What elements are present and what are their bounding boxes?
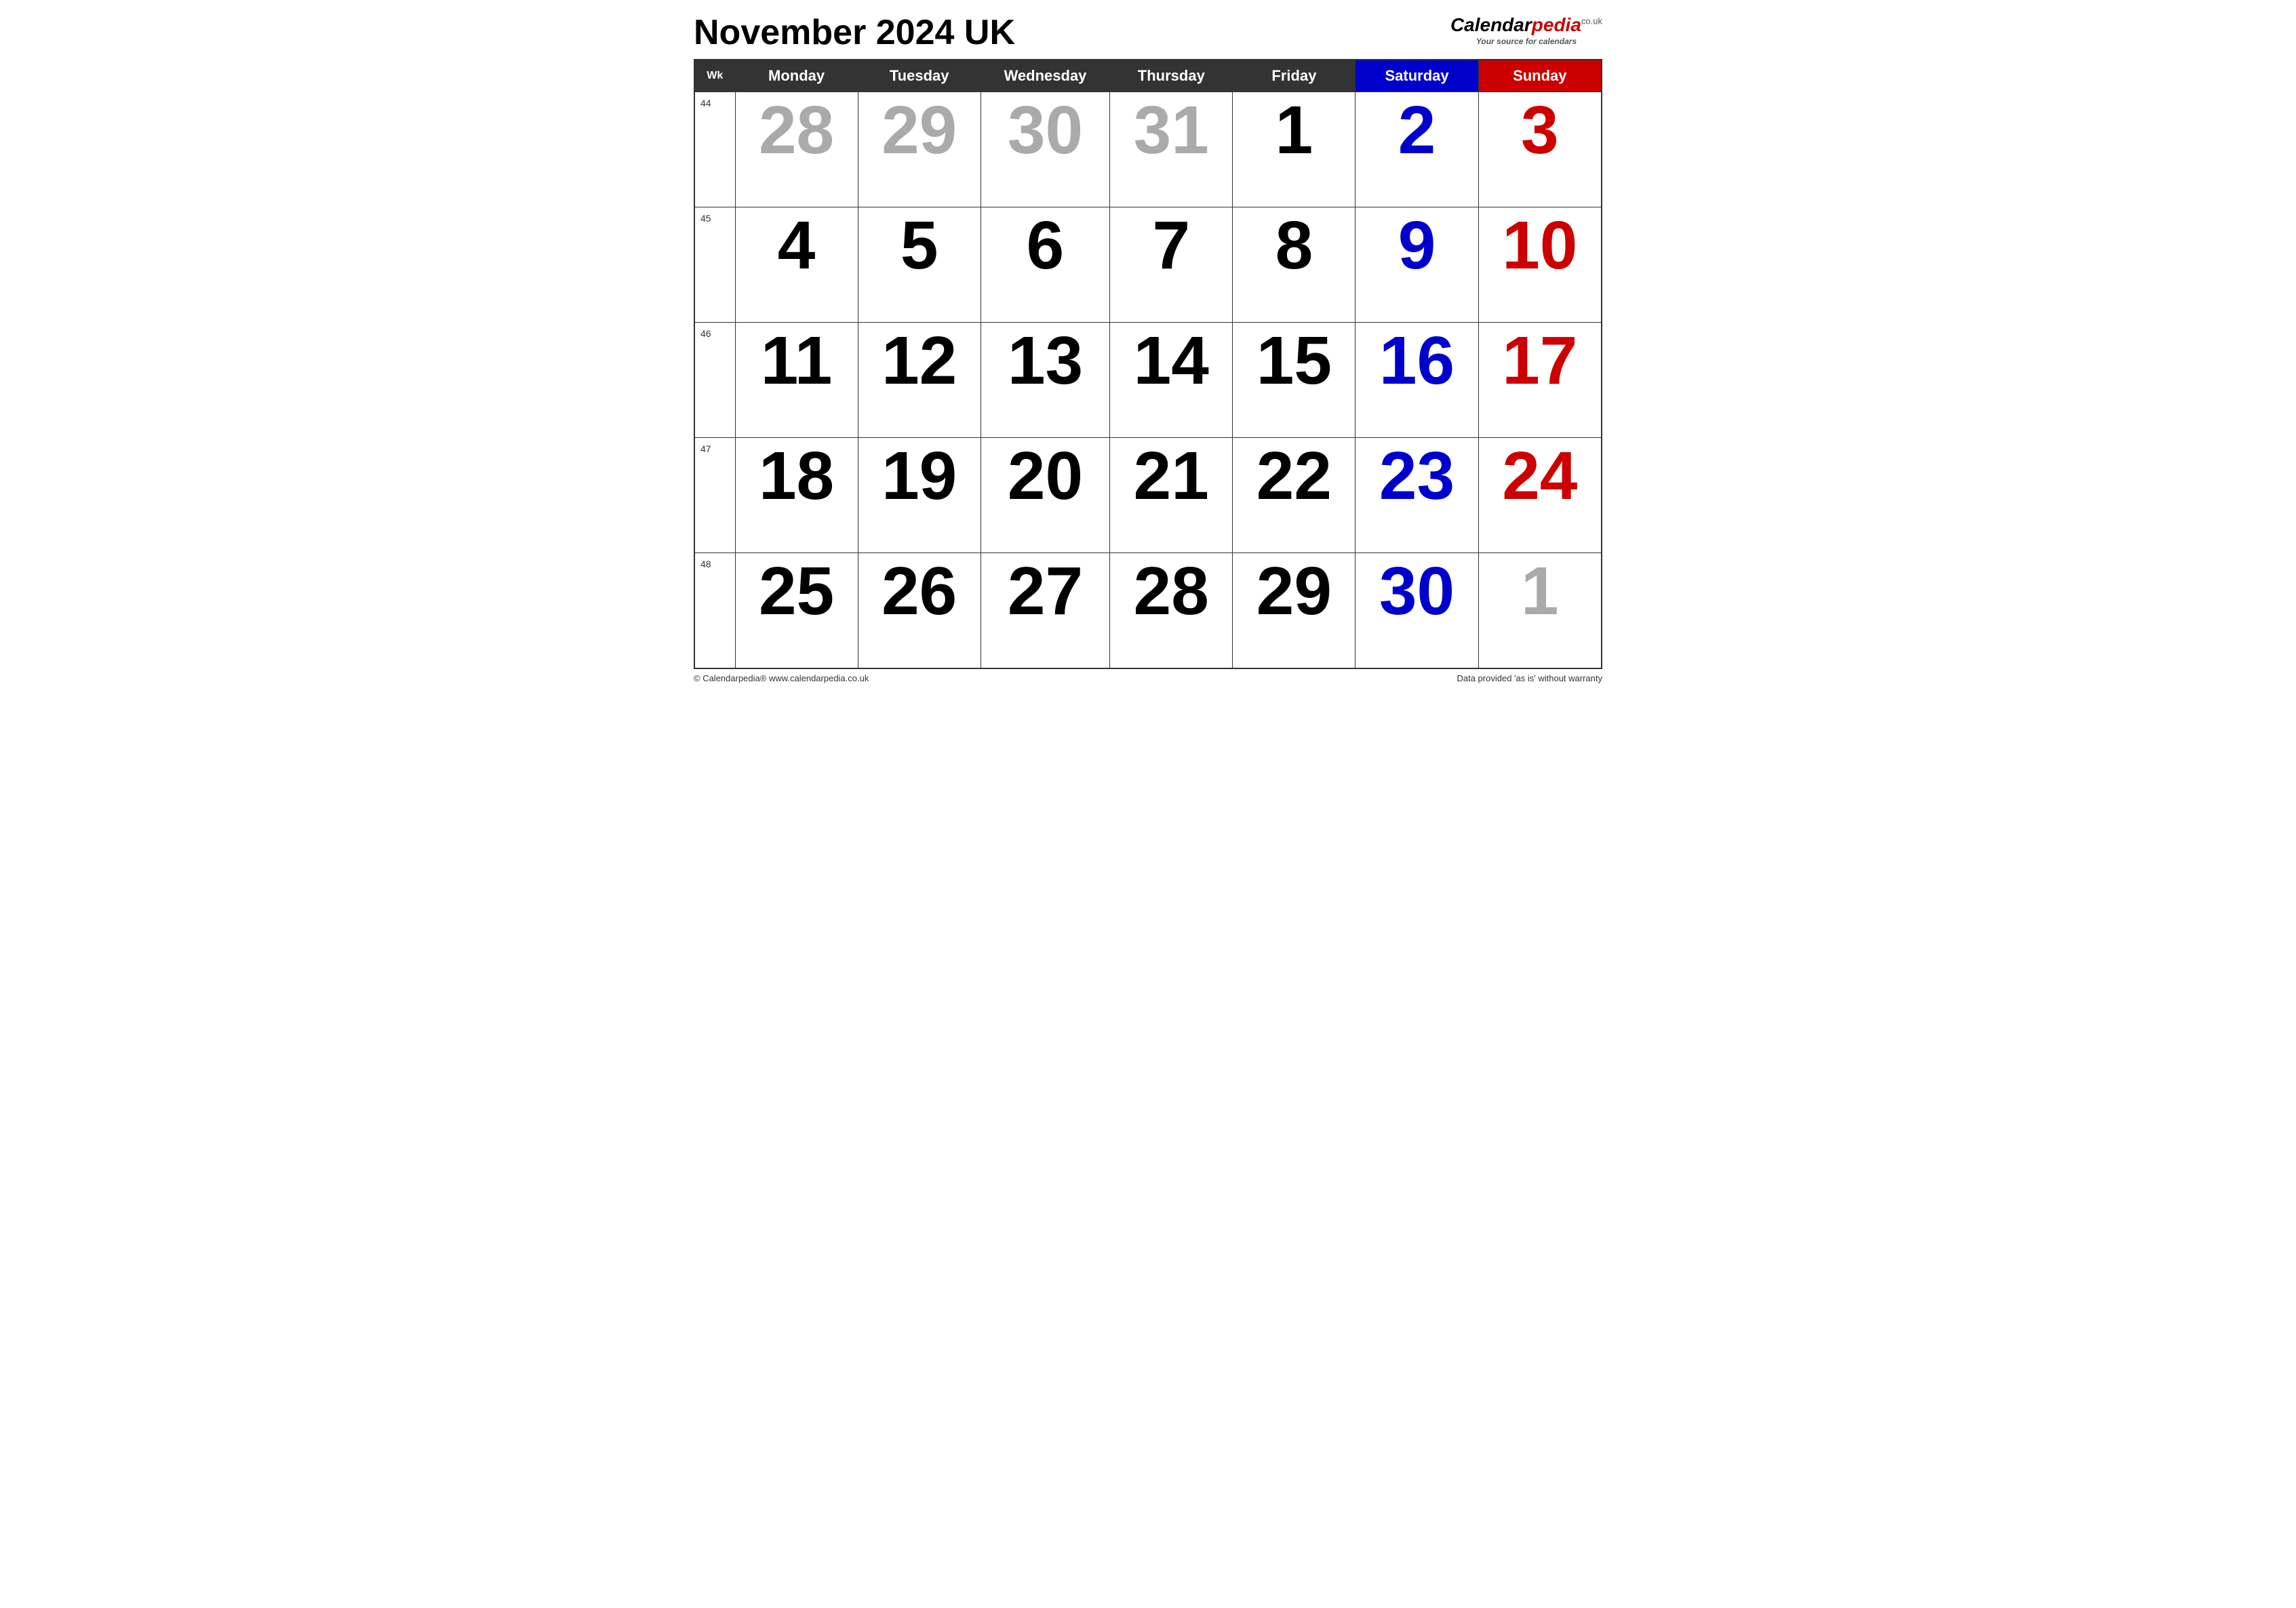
calendar-day-cell: 21 [1110, 438, 1233, 553]
calendar-day-cell: 7 [1110, 207, 1233, 323]
col-header-wednesday: Wednesday [981, 60, 1109, 92]
col-header-saturday: Saturday [1355, 60, 1478, 92]
calendar-day-cell: 25 [735, 553, 858, 668]
day-number: 23 [1361, 442, 1472, 510]
day-number: 2 [1361, 96, 1472, 164]
page-title: November 2024 UK [694, 14, 1015, 52]
logo: Calendarpediaco.uk Your source for calen… [1450, 14, 1602, 46]
logo-tagline: Your source for calendars [1450, 37, 1602, 46]
day-number: 7 [1115, 212, 1227, 279]
calendar-day-cell: 31 [1110, 92, 1233, 207]
calendar-day-cell: 6 [981, 207, 1109, 323]
calendar-day-cell: 23 [1355, 438, 1478, 553]
day-number: 14 [1115, 327, 1227, 395]
week-number: 45 [694, 207, 735, 323]
calendar-day-cell: 3 [1478, 92, 1602, 207]
day-number: 1 [1238, 96, 1349, 164]
day-number: 21 [1115, 442, 1227, 510]
day-number: 4 [741, 212, 852, 279]
calendar-day-cell: 19 [858, 438, 981, 553]
day-number: 5 [864, 212, 975, 279]
calendar-day-cell: 22 [1233, 438, 1355, 553]
day-number: 11 [741, 327, 852, 395]
calendar-header-row: Wk Monday Tuesday Wednesday Thursday Fri… [694, 60, 1602, 92]
day-number: 10 [1484, 212, 1596, 279]
calendar-day-cell: 8 [1233, 207, 1355, 323]
day-number: 9 [1361, 212, 1472, 279]
day-number: 26 [864, 557, 975, 625]
page-header: November 2024 UK Calendarpediaco.uk Your… [694, 14, 1602, 52]
day-number: 30 [1361, 557, 1472, 625]
calendar-day-cell: 20 [981, 438, 1109, 553]
calendar-day-cell: 16 [1355, 323, 1478, 438]
week-number: 48 [694, 553, 735, 668]
week-number: 47 [694, 438, 735, 553]
day-number: 22 [1238, 442, 1349, 510]
day-number: 3 [1484, 96, 1596, 164]
calendar-day-cell: 4 [735, 207, 858, 323]
day-number: 29 [864, 96, 975, 164]
calendar-day-cell: 10 [1478, 207, 1602, 323]
calendar-day-cell: 1 [1478, 553, 1602, 668]
day-number: 30 [987, 96, 1104, 164]
calendar-day-cell: 14 [1110, 323, 1233, 438]
calendar-day-cell: 28 [735, 92, 858, 207]
calendar-day-cell: 15 [1233, 323, 1355, 438]
calendar-day-cell: 30 [981, 92, 1109, 207]
calendar-day-cell: 30 [1355, 553, 1478, 668]
calendar-day-cell: 28 [1110, 553, 1233, 668]
day-number: 25 [741, 557, 852, 625]
calendar-day-cell: 24 [1478, 438, 1602, 553]
calendar-week-row: 4718192021222324 [694, 438, 1602, 553]
calendar-day-cell: 9 [1355, 207, 1478, 323]
calendar-day-cell: 29 [858, 92, 981, 207]
day-number: 24 [1484, 442, 1596, 510]
day-number: 13 [987, 327, 1104, 395]
calendar-table: Wk Monday Tuesday Wednesday Thursday Fri… [694, 59, 1602, 669]
page-footer: © Calendarpedia® www.calendarpedia.co.uk… [694, 673, 1602, 683]
week-number: 44 [694, 92, 735, 207]
calendar-day-cell: 29 [1233, 553, 1355, 668]
day-number: 6 [987, 212, 1104, 279]
day-number: 1 [1484, 557, 1596, 625]
day-number: 29 [1238, 557, 1349, 625]
col-header-thursday: Thursday [1110, 60, 1233, 92]
col-header-monday: Monday [735, 60, 858, 92]
day-number: 19 [864, 442, 975, 510]
calendar-day-cell: 27 [981, 553, 1109, 668]
day-number: 12 [864, 327, 975, 395]
calendar-day-cell: 26 [858, 553, 981, 668]
col-header-friday: Friday [1233, 60, 1355, 92]
calendar-day-cell: 18 [735, 438, 858, 553]
day-number: 8 [1238, 212, 1349, 279]
logo-text: Calendarpediaco.uk [1450, 14, 1602, 35]
calendar-day-cell: 12 [858, 323, 981, 438]
calendar-day-cell: 13 [981, 323, 1109, 438]
day-number: 27 [987, 557, 1104, 625]
calendar-day-cell: 1 [1233, 92, 1355, 207]
calendar-day-cell: 5 [858, 207, 981, 323]
week-number: 46 [694, 323, 735, 438]
footer-left: © Calendarpedia® www.calendarpedia.co.uk [694, 673, 869, 683]
day-number: 16 [1361, 327, 1472, 395]
col-header-tuesday: Tuesday [858, 60, 981, 92]
calendar-week-row: 4545678910 [694, 207, 1602, 323]
day-number: 15 [1238, 327, 1349, 395]
calendar-week-row: 4428293031123 [694, 92, 1602, 207]
calendar-day-cell: 11 [735, 323, 858, 438]
calendar-day-cell: 17 [1478, 323, 1602, 438]
col-header-sunday: Sunday [1478, 60, 1602, 92]
col-header-wk: Wk [694, 60, 735, 92]
day-number: 18 [741, 442, 852, 510]
calendar-week-row: 4611121314151617 [694, 323, 1602, 438]
day-number: 28 [1115, 557, 1227, 625]
day-number: 28 [741, 96, 852, 164]
calendar-week-row: 482526272829301 [694, 553, 1602, 668]
day-number: 17 [1484, 327, 1596, 395]
footer-right: Data provided 'as is' without warranty [1457, 673, 1602, 683]
day-number: 20 [987, 442, 1104, 510]
day-number: 31 [1115, 96, 1227, 164]
calendar-day-cell: 2 [1355, 92, 1478, 207]
